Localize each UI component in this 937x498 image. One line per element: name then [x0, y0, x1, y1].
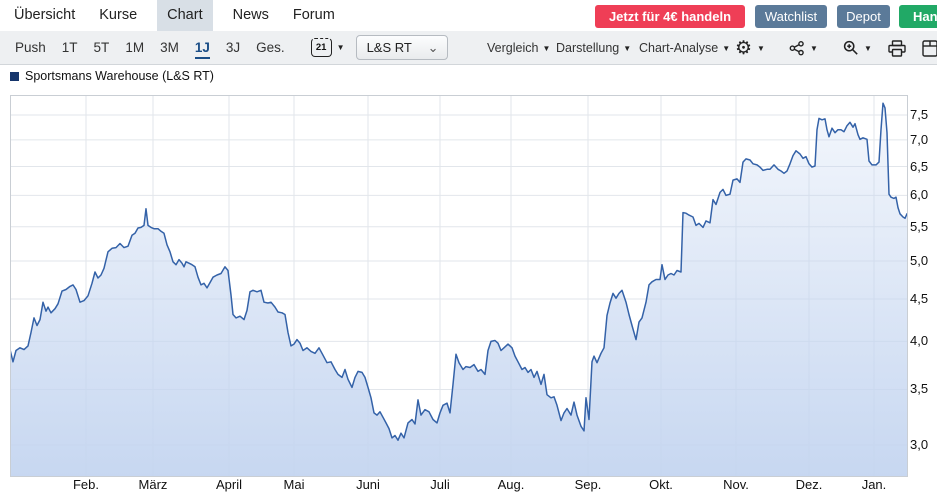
share-menu[interactable]: ▼ — [789, 31, 818, 65]
y-axis-label: 5,5 — [910, 219, 937, 234]
zoom-in-icon — [843, 40, 859, 56]
chart-analyse-menu-label: Chart-Analyse — [639, 41, 718, 55]
chevron-down-icon: ▼ — [810, 44, 818, 53]
chevron-down-icon: ▼ — [542, 44, 550, 53]
range-push[interactable]: Push — [15, 40, 46, 55]
x-axis-label: Juni — [343, 477, 393, 492]
settings-menu[interactable]: ⚙ ▼ — [735, 31, 765, 65]
nav-tab-forum[interactable]: Forum — [289, 0, 339, 31]
trading-page: Übersicht Kurse Chart News Forum Jetzt f… — [0, 0, 937, 498]
x-axis-label: Sep. — [563, 477, 613, 492]
export-button[interactable] — [922, 31, 937, 65]
range-1j[interactable]: 1J — [195, 40, 210, 59]
y-axis-label: 4,0 — [910, 333, 937, 348]
y-axis-label: 6,0 — [910, 187, 937, 202]
range-3m[interactable]: 3M — [160, 40, 179, 55]
vergleich-menu-label: Vergleich — [487, 41, 538, 55]
nav-tabs: Übersicht Kurse Chart News Forum — [0, 0, 339, 31]
y-axis-label: 4,5 — [910, 291, 937, 306]
chart-toolbar: Push 1T 5T 1M 3M 1J 3J Ges. 21 ▼ L&S RT … — [0, 31, 937, 65]
x-axis-label: Okt. — [636, 477, 686, 492]
handeln-button[interactable]: Handeln — [899, 5, 937, 28]
depot-button[interactable]: Depot — [837, 5, 890, 28]
legend-series-swatch — [10, 72, 19, 81]
nav-tab-chart[interactable]: Chart — [157, 0, 212, 31]
x-axis-label: Aug. — [486, 477, 536, 492]
chevron-down-icon: ▼ — [757, 44, 765, 53]
watchlist-button[interactable]: Watchlist — [755, 5, 827, 28]
price-chart[interactable] — [10, 95, 908, 477]
price-area — [10, 103, 907, 477]
document-icon — [922, 40, 937, 57]
y-axis-label: 7,5 — [910, 107, 937, 122]
y-axis-label: 3,0 — [910, 437, 937, 452]
nav-tab-news[interactable]: News — [229, 0, 273, 31]
calendar-icon: 21 — [311, 38, 332, 57]
chart-legend: Sportsmans Warehouse (L&S RT) — [10, 69, 214, 83]
range-5t[interactable]: 5T — [94, 40, 110, 55]
chevron-down-icon: ⌄ — [428, 43, 439, 53]
legend-series-label: Sportsmans Warehouse (L&S RT) — [25, 69, 214, 83]
x-axis-label: April — [204, 477, 254, 492]
gear-icon: ⚙ — [735, 37, 752, 60]
zoom-menu[interactable]: ▼ — [843, 31, 872, 65]
chevron-down-icon: ▼ — [864, 44, 872, 53]
chevron-down-icon: ▼ — [623, 44, 631, 53]
darstellung-menu[interactable]: Darstellung ▼ — [556, 31, 631, 65]
chart-analyse-menu[interactable]: Chart-Analyse ▼ — [639, 31, 730, 65]
printer-icon — [888, 40, 906, 57]
range-1t[interactable]: 1T — [62, 40, 78, 55]
x-axis-label: Dez. — [784, 477, 834, 492]
x-axis-label: März — [128, 477, 178, 492]
y-axis-label: 3,5 — [910, 381, 937, 396]
trade-now-button[interactable]: Jetzt für 4€ handeln — [595, 5, 745, 28]
share-icon — [789, 41, 805, 56]
range-ges[interactable]: Ges. — [256, 40, 285, 55]
x-axis-label: Feb. — [61, 477, 111, 492]
y-axis-label: 6,5 — [910, 159, 937, 174]
x-axis-label: Nov. — [711, 477, 761, 492]
vergleich-menu[interactable]: Vergleich ▼ — [487, 31, 550, 65]
range-3j[interactable]: 3J — [226, 40, 240, 55]
darstellung-menu-label: Darstellung — [556, 41, 619, 55]
date-range-picker[interactable]: 21 ▼ — [311, 38, 345, 57]
nav-tab-uebersicht[interactable]: Übersicht — [10, 0, 79, 31]
y-axis-label: 7,0 — [910, 132, 937, 147]
x-axis-label: Jan. — [849, 477, 899, 492]
top-nav: Übersicht Kurse Chart News Forum Jetzt f… — [0, 0, 937, 31]
print-button[interactable] — [888, 31, 906, 65]
x-axis-label: Mai — [269, 477, 319, 492]
x-axis-label: Juli — [415, 477, 465, 492]
y-axis-label: 5,0 — [910, 253, 937, 268]
chevron-down-icon: ▼ — [722, 44, 730, 53]
nav-tab-kurse[interactable]: Kurse — [95, 0, 141, 31]
chevron-down-icon: ▼ — [337, 43, 345, 52]
range-1m[interactable]: 1M — [125, 40, 144, 55]
exchange-select-value: L&S RT — [367, 40, 412, 55]
exchange-select[interactable]: L&S RT ⌄ — [356, 35, 448, 60]
range-buttons: Push 1T 5T 1M 3M 1J 3J Ges. — [0, 40, 285, 55]
